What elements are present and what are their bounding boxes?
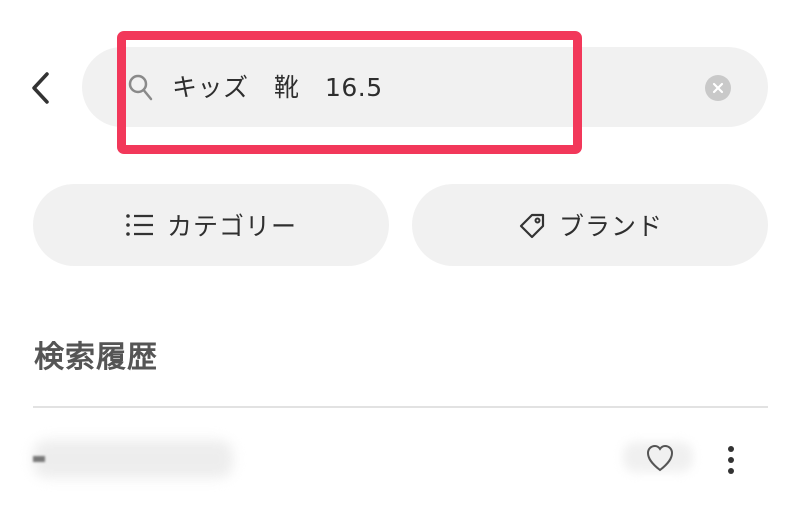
category-filter-label: カテゴリー xyxy=(166,212,297,241)
back-button[interactable] xyxy=(22,66,60,110)
history-item[interactable] xyxy=(33,426,768,494)
chevron-left-icon xyxy=(32,72,49,104)
heart-icon xyxy=(646,444,674,472)
search-icon xyxy=(128,74,153,101)
favorite-button[interactable] xyxy=(623,436,693,476)
more-vertical-icon xyxy=(728,446,734,474)
search-input[interactable]: キッズ 靴 16.5 xyxy=(172,68,383,108)
close-icon xyxy=(712,82,724,94)
clear-search-button[interactable] xyxy=(705,75,731,101)
divider xyxy=(33,406,768,408)
search-history-heading: 検索履歴 xyxy=(34,340,158,375)
tag-icon xyxy=(517,210,547,240)
brand-filter-label: ブランド xyxy=(558,212,663,241)
search-screen: キッズ 靴 16.5 カテゴリー ブランド 検索履歴 xyxy=(0,0,800,510)
brand-filter-button[interactable]: ブランド xyxy=(412,184,768,266)
history-item-marker xyxy=(33,456,45,462)
history-item-text-redacted xyxy=(33,440,233,478)
category-filter-button[interactable]: カテゴリー xyxy=(33,184,389,266)
more-options-button[interactable] xyxy=(719,442,743,478)
list-icon xyxy=(125,210,155,240)
